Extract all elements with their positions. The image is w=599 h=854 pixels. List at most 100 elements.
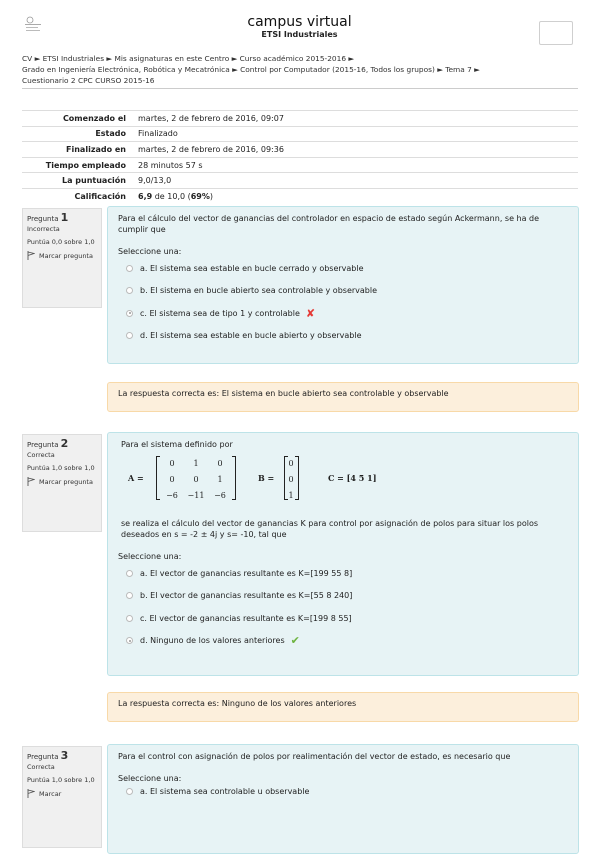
flag-question-button[interactable]: Marcar — [27, 789, 97, 801]
option-label[interactable]: a. El sistema sea controlable u observab… — [140, 786, 309, 797]
radio-button[interactable] — [126, 264, 133, 272]
matrix-cell: 1 — [288, 491, 294, 500]
grade-value: 6,9 — [138, 191, 153, 201]
option-label[interactable]: c. El vector de ganancias resultante es … — [140, 613, 352, 624]
question-intro: Para el sistema definido por — [121, 440, 233, 449]
radio-button-selected[interactable] — [126, 637, 133, 645]
breadcrumb[interactable]: CV ► ETSI Industriales ► Mis asignaturas… — [22, 53, 582, 86]
answer-option[interactable]: c. El sistema sea de tipo 1 y controlabl… — [118, 302, 568, 325]
flag-icon — [27, 251, 36, 263]
question-score: Puntúa 1,0 sobre 1,0 — [27, 776, 95, 784]
flag-question-label: Marcar pregunta — [39, 478, 93, 486]
question-text: se realiza el cálculo del vector de gana… — [121, 519, 539, 539]
option-label[interactable]: c. El sistema sea de tipo 1 y controlabl… — [140, 308, 300, 319]
summary-label: La puntuación — [22, 172, 134, 189]
question-number: 2 — [60, 437, 69, 450]
radio-button[interactable] — [126, 569, 133, 577]
matrix-cell: 1 — [193, 459, 199, 468]
correct-answer-text: La respuesta correcta es: El sistema en … — [118, 389, 449, 398]
table-row: Estado Finalizado — [22, 125, 578, 142]
question-number: 1 — [60, 211, 69, 224]
matrix-cell: 0 — [288, 459, 294, 468]
matrix-cell: 0 — [169, 459, 175, 468]
flag-question-label: Marcar — [39, 790, 62, 798]
matrix-cell: 0 — [169, 475, 175, 484]
radio-button[interactable] — [126, 614, 133, 622]
matrix-cell: 0 — [217, 459, 223, 468]
matrix-cell: −11 — [187, 491, 205, 500]
system-matrices: A = 0 1 0 0 0 1 −6 −11 −6 B = 0 0 1 C = … — [118, 456, 568, 506]
radio-button[interactable] — [126, 332, 133, 340]
matrix-cell: 0 — [193, 475, 199, 484]
matrix-a-label: A = — [128, 473, 144, 483]
bracket — [232, 456, 236, 500]
breadcrumb-line-2[interactable]: Grado en Ingeniería Electrónica, Robótic… — [22, 64, 582, 75]
answer-prompt: Seleccione una: — [118, 774, 182, 783]
answer-option[interactable]: d. Ninguno de los valores anteriores ✔ — [118, 630, 568, 653]
summary-label: Calificación — [22, 187, 134, 204]
table-row: La puntuación 9,0/13,0 — [22, 172, 578, 189]
flag-question-button[interactable]: Marcar pregunta — [27, 251, 97, 263]
answer-option[interactable]: b. El vector de ganancias resultante es … — [118, 585, 568, 608]
summary-label: Comenzado el — [22, 110, 134, 127]
breadcrumb-divider — [22, 88, 578, 89]
question-label: Pregunta — [27, 753, 59, 761]
answer-option[interactable]: a. El sistema sea estable en bucle cerra… — [118, 257, 568, 280]
radio-button[interactable] — [126, 592, 133, 600]
user-menu-button[interactable] — [539, 21, 573, 45]
grade-percent: 69% — [190, 191, 210, 201]
question-1-feedback: La respuesta correcta es: El sistema en … — [107, 382, 579, 412]
option-label[interactable]: a. El vector de ganancias resultante es … — [140, 568, 352, 579]
question-2-content: Para el sistema definido por A = 0 1 0 0… — [107, 432, 579, 676]
bracket — [295, 456, 299, 500]
matrix-b: 0 0 1 — [287, 458, 295, 501]
incorrect-cross-icon: ✘ — [305, 306, 316, 320]
attempt-summary-table: Comenzado el martes, 2 de febrero de 201… — [22, 110, 578, 204]
question-number: 3 — [60, 749, 69, 762]
question-label: Pregunta — [27, 441, 59, 449]
matrix-cell: 1 — [217, 475, 223, 484]
option-label[interactable]: b. El sistema en bucle abierto sea contr… — [140, 285, 377, 296]
flag-icon — [27, 477, 36, 489]
summary-value: martes, 2 de febrero de 2016, 09:36 — [134, 141, 578, 158]
table-row: Calificación 6,9 de 10,0 (69%) — [22, 187, 578, 204]
option-label[interactable]: b. El vector de ganancias resultante es … — [140, 590, 352, 601]
grade-mid: de 10,0 ( — [152, 191, 191, 201]
flag-question-button[interactable]: Marcar pregunta — [27, 477, 97, 489]
flag-icon — [27, 789, 36, 801]
summary-label: Finalizado en — [22, 141, 134, 158]
question-text: Para el control con asignación de polos … — [118, 752, 511, 761]
correct-check-icon: ✔ — [290, 634, 300, 648]
correct-answer-text: La respuesta correcta es: Ninguno de los… — [118, 699, 357, 708]
table-row: Finalizado en martes, 2 de febrero de 20… — [22, 141, 578, 158]
matrix-cell: −6 — [166, 491, 178, 500]
question-state: Correcta — [27, 763, 55, 771]
question-state: Incorrecta — [27, 225, 60, 233]
breadcrumb-line-1[interactable]: CV ► ETSI Industriales ► Mis asignaturas… — [22, 53, 582, 64]
radio-button[interactable] — [126, 787, 133, 795]
answer-option[interactable]: a. El sistema sea controlable u observab… — [118, 784, 568, 798]
option-label[interactable]: d. El sistema sea estable en bucle abier… — [140, 330, 362, 341]
summary-label: Tiempo empleado — [22, 156, 134, 173]
question-1-content: Para el cálculo del vector de ganancias … — [107, 206, 579, 364]
flag-question-label: Marcar pregunta — [39, 252, 93, 260]
question-2-info: Pregunta 2 Correcta Puntúa 1,0 sobre 1,0… — [22, 434, 102, 532]
radio-button[interactable] — [126, 287, 133, 295]
radio-button-selected[interactable] — [126, 309, 133, 317]
matrix-c: C = [4 5 1] — [328, 473, 377, 483]
summary-value: 9,0/13,0 — [134, 172, 578, 189]
answer-option[interactable]: d. El sistema sea estable en bucle abier… — [118, 325, 568, 348]
answer-option[interactable]: a. El vector de ganancias resultante es … — [118, 562, 568, 585]
question-3-info: Pregunta 3 Correcta Puntúa 1,0 sobre 1,0… — [22, 746, 102, 848]
answer-option[interactable]: c. El vector de ganancias resultante es … — [118, 607, 568, 630]
option-label[interactable]: a. El sistema sea estable en bucle cerra… — [140, 263, 364, 274]
matrix-b-label: B = — [258, 473, 275, 483]
answer-option[interactable]: b. El sistema en bucle abierto sea contr… — [118, 280, 568, 303]
site-subtitle: ETSI Industriales — [261, 30, 338, 39]
matrix-cell: −6 — [214, 491, 226, 500]
question-score: Puntúa 1,0 sobre 1,0 — [27, 464, 95, 472]
matrix-a: 0 1 0 0 0 1 −6 −11 −6 — [160, 458, 232, 501]
option-label[interactable]: d. Ninguno de los valores anteriores — [140, 635, 285, 646]
summary-value: martes, 2 de febrero de 2016, 09:07 — [134, 110, 578, 127]
breadcrumb-line-3[interactable]: Cuestionario 2 CPC CURSO 2015-16 — [22, 75, 582, 86]
